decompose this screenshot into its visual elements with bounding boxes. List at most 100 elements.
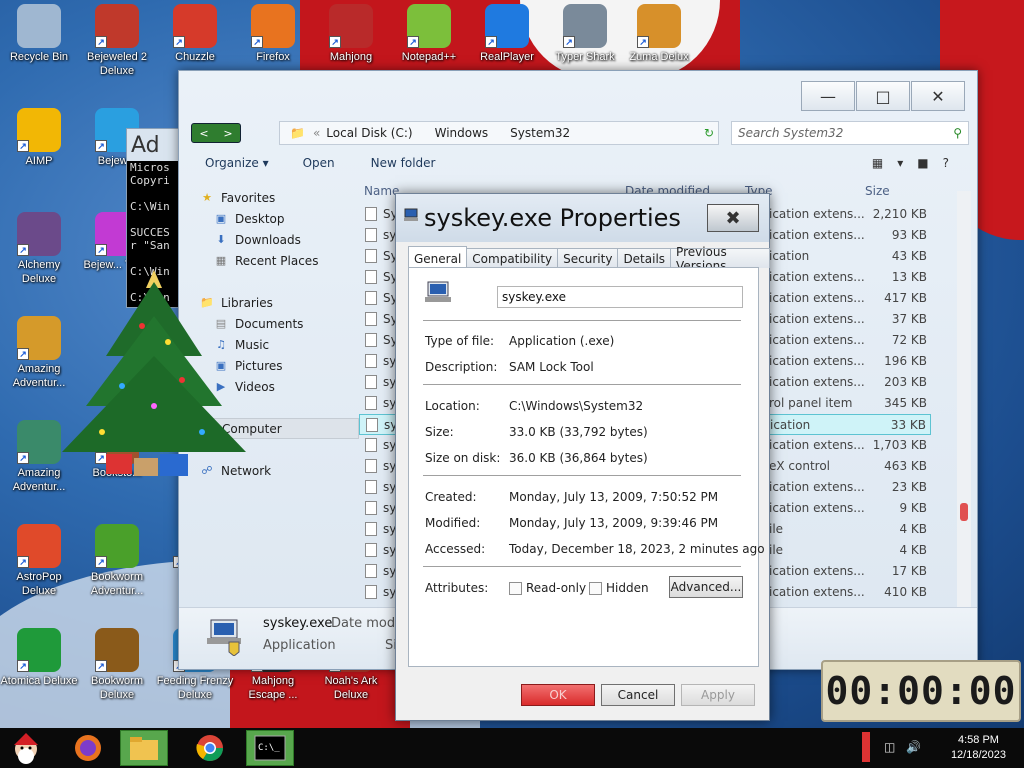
file-icon [365,522,377,536]
view-options-icons[interactable]: ▦▾■? [872,156,963,170]
refresh-icon[interactable]: ↻ [704,126,714,140]
desktop-icon-label: Feeding Frenzy Deluxe [156,675,234,701]
file-size: 4 KB [899,522,927,536]
cmd-titlebar[interactable]: Ad [127,129,181,161]
shortcut-arrow-icon: ↗ [17,244,29,256]
general-tab-content: syskey.exe Type of file: Application (.ex… [408,267,765,667]
apply-button[interactable]: Apply [681,684,755,706]
astropop-icon: ↗ [17,524,61,568]
tray-flag-icon[interactable] [862,732,870,762]
advanced-button[interactable]: Advanced... [669,576,743,598]
ok-button[interactable]: OK [521,684,595,706]
shortcut-arrow-icon: ↗ [485,36,497,48]
shortcut-arrow-icon: ↗ [17,140,29,152]
breadcrumb-local-disk[interactable]: Local Disk (C:) [326,126,412,140]
breadcrumb-windows[interactable]: Windows [435,126,489,140]
explorer-titlebar[interactable]: — □ ✕ [179,71,977,121]
new-folder-button[interactable]: New folder [371,156,436,170]
file-type: ication extens... [769,480,865,494]
hidden-checkbox-box[interactable] [589,582,602,595]
file-icon [365,396,377,410]
start-button[interactable] [2,730,50,766]
forward-button[interactable]: > [223,127,232,140]
file-size: 37 KB [891,312,927,326]
taskbar-firefox[interactable] [64,730,112,766]
folder-icon [130,737,158,760]
file-list-scrollbar[interactable] [957,191,971,611]
taskbar-explorer[interactable] [120,730,168,766]
file-size: 417 KB [884,291,927,305]
christmas-tree-gadget[interactable] [62,256,252,486]
desktop-icon-recycle-bin[interactable]: Recycle Bin [0,4,78,64]
open-button[interactable]: Open [303,156,335,170]
desktop-icon-atomica[interactable]: ↗ Atomica Deluxe [0,628,78,688]
desktop-icon-aimp[interactable]: ↗ AIMP [0,108,78,168]
search-placeholder: Search System32 [738,126,844,140]
file-icon [365,438,377,452]
breadcrumb-system32[interactable]: System32 [510,126,570,140]
desktop-icon-label: Mahjong [329,51,373,63]
properties-titlebar[interactable]: syskey.exe Properties ✖ [396,194,769,242]
tab-previous-versions[interactable]: Previous Versions [670,245,770,273]
desktop-icon-bejeweled[interactable]: ↗ Bejeweled 2 Deluxe [78,4,156,78]
taskbar-clock[interactable]: 4:58 PM 12/18/2023 [951,733,1006,763]
file-size: 1,703 KB [872,438,927,452]
tab-security[interactable]: Security [557,248,619,268]
minimize-button[interactable]: — [801,81,855,111]
chuzzle-icon: ↗ [173,4,217,48]
search-input[interactable]: Search System32 ⚲ [731,121,969,145]
volume-icon[interactable]: 🔊 [906,740,921,754]
desktop-icon-label: Mahjong Escape ... [248,675,298,701]
shortcut-arrow-icon: ↗ [95,140,107,152]
bookworm-adventures-icon: ↗ [95,524,139,568]
desktop-icon-realplayer[interactable]: ↗ RealPlayer [468,4,546,64]
properties-dialog[interactable]: syskey.exe Properties ✖ General Compatib… [395,193,770,721]
cancel-button[interactable]: Cancel [601,684,675,706]
network-status-icon[interactable]: ◫ [884,740,895,754]
search-icon[interactable]: ⚲ [953,126,962,140]
desktop-icon-notepadpp[interactable]: ↗ Notepad++ [390,4,468,64]
file-type: ication extens... [769,564,865,578]
stopwatch-gadget[interactable]: 00:00:00 [821,660,1021,722]
nav-desktop[interactable]: ▣ Desktop [199,208,359,229]
file-icon [365,564,377,578]
readonly-checkbox[interactable]: Read-only [509,581,586,595]
desktop-icon-firefox[interactable]: ↗ Firefox [234,4,312,64]
back-button[interactable]: < [199,127,208,140]
tab-details[interactable]: Details [617,248,672,268]
desktop-icon-astropop[interactable]: ↗ AstroPop Deluxe [0,524,78,598]
desktop-icon-mahjong[interactable]: ↗ Mahjong [312,4,390,64]
properties-close-button[interactable]: ✖ [707,204,759,232]
nav-downloads[interactable]: ⬇ Downloads [199,229,359,250]
organize-button[interactable]: Organize ▾ [205,156,269,170]
desktop-icon-typer-shark[interactable]: ↗ Typer Shark [546,4,624,64]
file-size: 4 KB [899,543,927,557]
tab-compatibility[interactable]: Compatibility [466,248,559,268]
taskbar-chrome[interactable] [186,730,234,766]
bejeweled-icon: ↗ [95,4,139,48]
desktop-icon-bookworm[interactable]: ↗ Bookworm Deluxe [78,628,156,702]
filename-field[interactable]: syskey.exe [497,286,743,308]
nav-favorites[interactable]: ★ Favorites [199,187,359,208]
maximize-button[interactable]: □ [856,81,910,111]
file-size: 13 KB [891,270,927,284]
desktop-icon-bookworm-adventures[interactable]: ↗ Bookworm Adventur... [78,524,156,598]
desktop-icon-zuma[interactable]: ↗ Zuma Delux [620,4,698,64]
desktop-icon-label: Recycle Bin [9,51,69,63]
column-header-size[interactable]: Size [865,184,890,204]
svg-text:C:\_: C:\_ [258,743,280,753]
desktop-icon-label: Bookworm Deluxe [91,675,143,701]
shortcut-arrow-icon: ↗ [95,36,107,48]
scrollbar-thumb[interactable] [960,503,968,521]
application-icon [404,208,420,222]
back-forward-buttons[interactable]: < > [191,123,241,143]
address-bar[interactable]: 📁 « Local Disk (C:) Windows System32 ↻ [279,121,719,145]
hidden-checkbox[interactable]: Hidden [589,581,649,595]
taskbar-command-prompt[interactable]: C:\_ [246,730,294,766]
file-size: 196 KB [884,354,927,368]
desktop-icon-chuzzle[interactable]: ↗ Chuzzle [156,4,234,64]
desktop-icon-label: Chuzzle [175,51,215,63]
desktop-icon-label: RealPlayer [480,51,534,63]
close-button[interactable]: ✕ [911,81,965,111]
readonly-checkbox-box[interactable] [509,582,522,595]
